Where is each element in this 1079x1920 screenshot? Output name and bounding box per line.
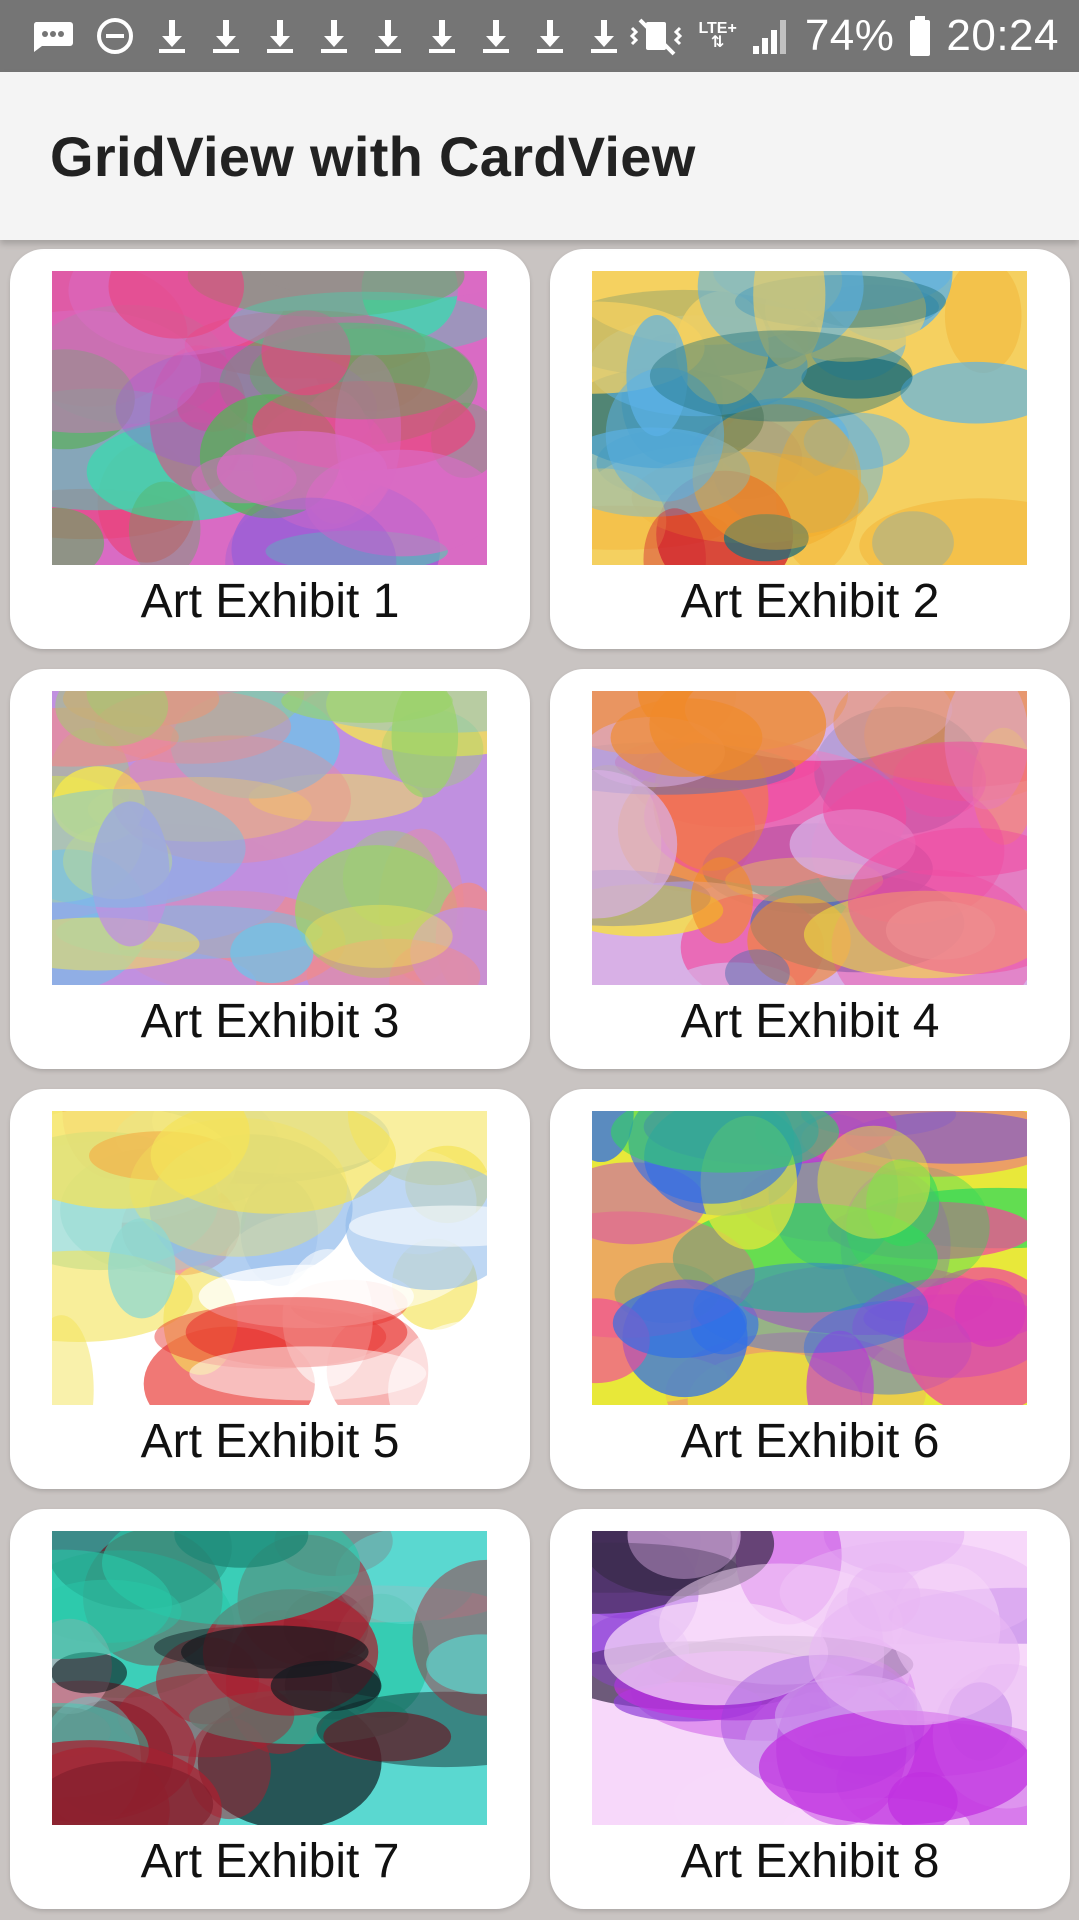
battery-icon	[908, 15, 932, 57]
download-icon	[588, 18, 620, 54]
card-label: Art Exhibit 4	[680, 995, 940, 1048]
vibrate-icon	[628, 16, 684, 56]
card-label: Art Exhibit 3	[140, 995, 400, 1048]
card-label: Art Exhibit 5	[140, 1415, 400, 1468]
card-image	[52, 691, 487, 985]
grid-card[interactable]: Art Exhibit 6	[550, 1089, 1070, 1489]
card-label: Art Exhibit 8	[680, 1835, 940, 1888]
do-not-disturb-icon	[96, 17, 134, 55]
card-label: Art Exhibit 1	[140, 575, 400, 628]
card-grid[interactable]: Art Exhibit 1 Art Exhibit 2 Art Exhibit …	[10, 249, 1071, 1909]
card-image	[592, 691, 1027, 985]
page-title: GridView with CardView	[50, 124, 696, 188]
card-image	[592, 1111, 1027, 1405]
clock: 20:24	[946, 11, 1059, 60]
grid-card[interactable]: Art Exhibit 1	[10, 249, 530, 649]
grid-card[interactable]: Art Exhibit 2	[550, 249, 1070, 649]
status-bar: LTE+ ⇅ 74% 20:24	[0, 0, 1079, 72]
download-icon	[534, 18, 566, 54]
card-image	[52, 271, 487, 565]
grid-card[interactable]: Art Exhibit 7	[10, 1509, 530, 1909]
card-label: Art Exhibit 6	[680, 1415, 940, 1468]
download-icon	[264, 18, 296, 54]
card-image	[52, 1111, 487, 1405]
download-icon	[480, 18, 512, 54]
download-icon	[426, 18, 458, 54]
grid-card[interactable]: Art Exhibit 8	[550, 1509, 1070, 1909]
battery-percentage: 74%	[804, 11, 895, 60]
card-label: Art Exhibit 2	[680, 575, 940, 628]
network-type-label: LTE+ ⇅	[698, 20, 737, 51]
card-image	[592, 1531, 1027, 1825]
card-image	[592, 271, 1027, 565]
grid-card[interactable]: Art Exhibit 3	[10, 669, 530, 1069]
card-label: Art Exhibit 7	[140, 1835, 400, 1888]
card-image	[52, 1531, 487, 1825]
signal-icon	[751, 16, 791, 56]
download-icon	[156, 18, 188, 54]
grid-card[interactable]: Art Exhibit 4	[550, 669, 1070, 1069]
grid-card[interactable]: Art Exhibit 5	[10, 1089, 530, 1489]
download-icon	[210, 18, 242, 54]
system-status: LTE+ ⇅ 74% 20:24	[628, 11, 1059, 61]
download-icon	[318, 18, 350, 54]
app-bar: GridView with CardView	[0, 72, 1079, 240]
message-icon	[32, 20, 74, 52]
notification-icons	[32, 17, 620, 55]
download-icon	[372, 18, 404, 54]
